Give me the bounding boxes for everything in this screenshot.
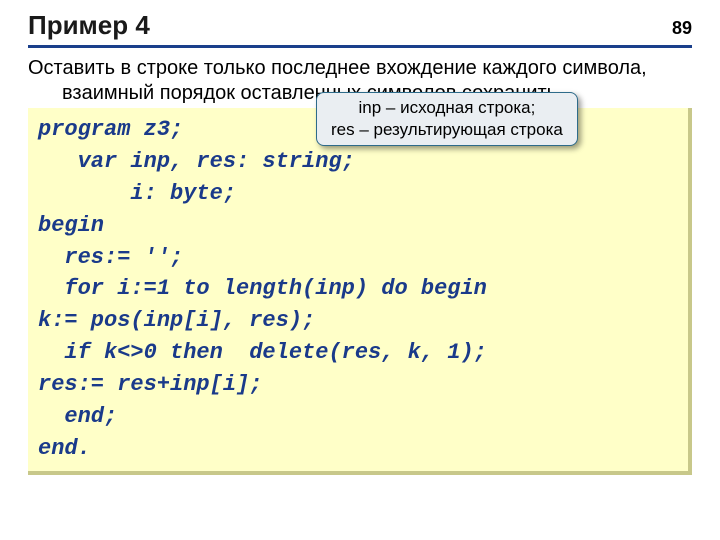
callout-line-1: inp – исходная строка; [331,97,563,119]
slide: Пример 4 89 Оставить в строке только пос… [0,0,720,540]
slide-header: Пример 4 89 [28,10,692,41]
callout-box: inp – исходная строка; res – результирую… [316,92,578,146]
callout-line-2: res – результирующая строка [331,119,563,141]
page-number: 89 [672,18,692,39]
slide-title: Пример 4 [28,10,150,41]
code-block: program z3; var inp, res: string; i: byt… [28,108,692,475]
title-underline [28,45,692,48]
